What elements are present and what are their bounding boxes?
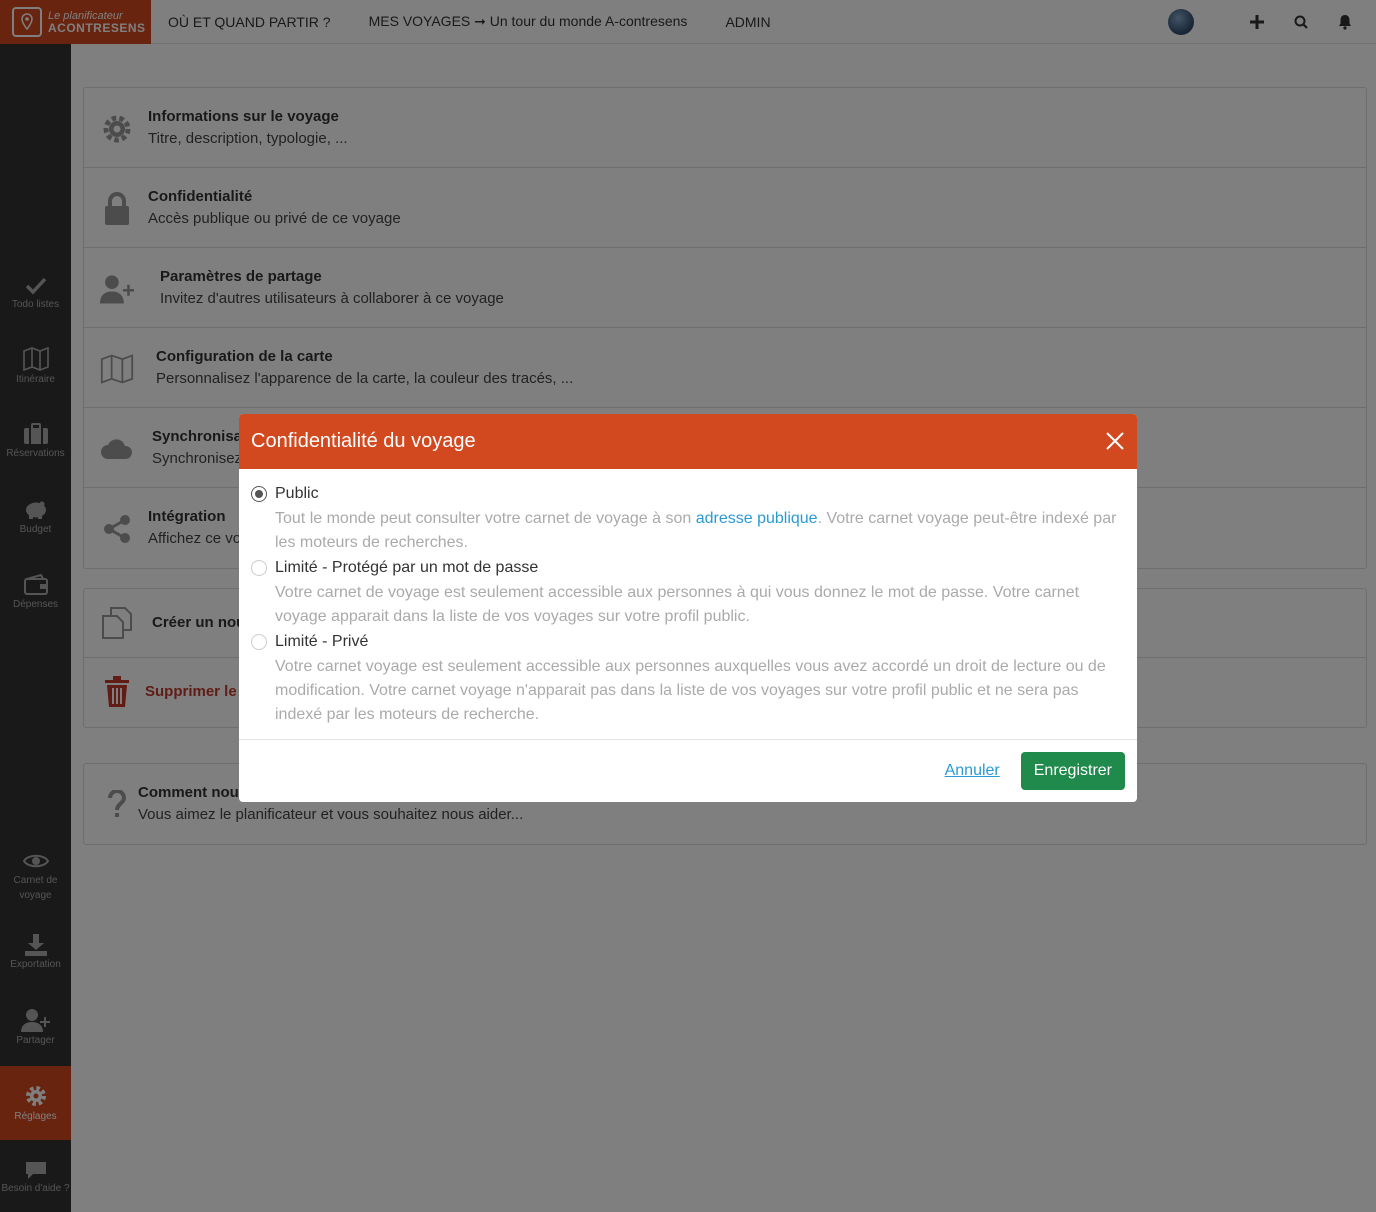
radio-private[interactable] — [251, 634, 267, 650]
modal-body: Public Tout le monde peut consulter votr… — [239, 469, 1137, 740]
close-icon[interactable] — [1103, 429, 1127, 453]
public-address-link[interactable]: adresse publique — [696, 510, 818, 527]
option-label: Limité - Privé — [275, 633, 369, 650]
option-label: Public — [275, 485, 319, 502]
radio-public[interactable] — [251, 486, 267, 502]
radio-password[interactable] — [251, 560, 267, 576]
privacy-option-private[interactable]: Limité - Privé Votre carnet voyage est s… — [251, 631, 1125, 727]
privacy-modal: Confidentialité du voyage Public Tout le… — [239, 414, 1137, 802]
modal-header: Confidentialité du voyage — [239, 414, 1137, 469]
cancel-button[interactable]: Annuler — [945, 762, 1000, 780]
option-label: Limité - Protégé par un mot de passe — [275, 559, 539, 576]
save-button[interactable]: Enregistrer — [1020, 752, 1125, 790]
option-description: Votre carnet de voyage est seulement acc… — [275, 584, 1080, 625]
privacy-option-public[interactable]: Public Tout le monde peut consulter votr… — [251, 483, 1125, 555]
modal-title: Confidentialité du voyage — [251, 430, 476, 452]
option-description: Tout le monde peut consulter votre carne… — [275, 510, 1117, 551]
option-description: Votre carnet voyage est seulement access… — [275, 658, 1106, 723]
privacy-option-password[interactable]: Limité - Protégé par un mot de passe Vot… — [251, 557, 1125, 629]
modal-footer: Annuler Enregistrer — [239, 740, 1137, 802]
